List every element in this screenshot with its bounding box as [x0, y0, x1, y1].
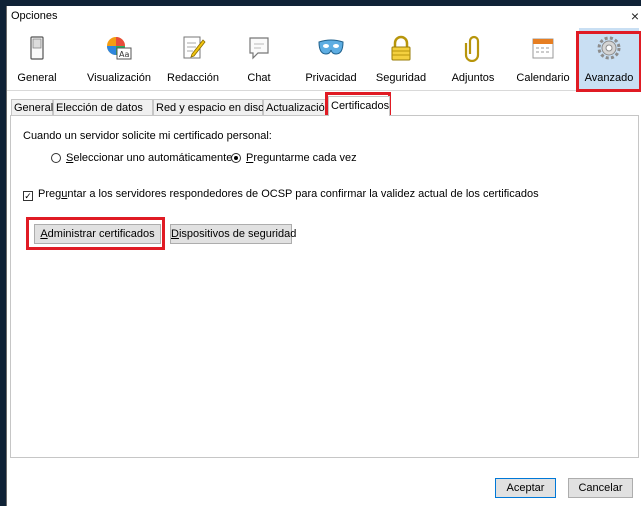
radio-select-automatically[interactable]: Seleccionar uno automáticamente — [51, 152, 232, 164]
window-title: Opciones — [11, 10, 58, 22]
certificates-panel: Cuando un servidor solicite mi certifica… — [10, 115, 639, 458]
options-window: Opciones × General Aa Visualización Reda… — [6, 6, 641, 506]
toolbar-label: Privacidad — [305, 72, 357, 84]
checkbox-label: Preg — [38, 188, 62, 200]
security-devices-button[interactable]: Dispositivos de seguridad — [170, 224, 296, 244]
toolbar-item-display[interactable]: Aa Visualización — [83, 28, 155, 90]
accesskey-letter: A — [40, 228, 48, 240]
toolbar-label: Redacción — [167, 72, 219, 84]
lock-icon — [391, 35, 411, 61]
toolbar-label: Chat — [247, 72, 271, 84]
radio-label: eleccionar uno automáticamente — [73, 152, 233, 164]
tab-network[interactable]: Red y espacio en disco — [153, 99, 270, 115]
toolbar-label: Seguridad — [375, 72, 427, 84]
chat-icon — [249, 37, 269, 60]
accept-button[interactable]: Aceptar — [495, 478, 556, 498]
toolbar-item-privacy[interactable]: Privacidad — [301, 28, 361, 90]
toolbar-label: Avanzado — [584, 72, 634, 84]
compose-icon — [183, 36, 206, 59]
display-icon: Aa — [107, 37, 132, 60]
cancel-button[interactable]: Cancelar — [568, 478, 633, 498]
radio-ask-every-time[interactable]: Preguntarme cada vez — [231, 152, 357, 164]
radio-label: reguntarme cada vez — [253, 152, 357, 164]
button-label: ispositivos de seguridad — [178, 228, 297, 240]
tab-general[interactable]: General — [11, 99, 53, 115]
ocsp-checkbox-row[interactable]: ✓ Preguntar a los servidores respondedore… — [23, 188, 539, 201]
mask-icon — [318, 39, 344, 55]
preferences-toolbar: General Aa Visualización Redacción Chat … — [7, 28, 641, 92]
checkbox-label: ntar a los servidores respondedores de O… — [67, 188, 539, 200]
toolbar-item-compose[interactable]: Redacción — [163, 28, 223, 90]
manage-certificates-button[interactable]: Administrar certificados — [34, 224, 161, 244]
toolbar-item-security[interactable]: Seguridad — [371, 28, 431, 90]
tab-data-choices[interactable]: Elección de datos — [53, 99, 153, 115]
accesskey-letter: D — [171, 228, 179, 240]
toolbar-label: General — [17, 72, 57, 84]
toolbar-label: Adjuntos — [451, 72, 495, 84]
checkbox-checked[interactable]: ✓ — [23, 191, 33, 201]
toolbar-item-calendar[interactable]: Calendario — [511, 28, 575, 90]
toolbar-label: Visualización — [86, 72, 151, 84]
paperclip-icon — [464, 35, 480, 62]
close-icon[interactable]: × — [631, 9, 639, 23]
certificate-request-prompt: Cuando un servidor solicite mi certifica… — [23, 130, 272, 142]
toolbar-label: Calendario — [516, 72, 570, 84]
toolbar-item-advanced[interactable]: Avanzado — [579, 28, 639, 90]
radio-button[interactable] — [51, 153, 61, 163]
toolbar-item-attachments[interactable]: Adjuntos — [445, 28, 501, 90]
gear-icon — [597, 36, 621, 60]
button-label: dministrar certificados — [47, 228, 155, 240]
tab-update[interactable]: Actualización — [263, 99, 331, 115]
toolbar-item-chat[interactable]: Chat — [241, 28, 277, 90]
switch-icon — [30, 36, 44, 60]
calendar-icon — [532, 38, 554, 59]
toolbar-item-general[interactable]: General — [15, 28, 59, 90]
title-bar: Opciones × — [7, 6, 641, 28]
radio-button[interactable] — [231, 153, 241, 163]
tab-certificates[interactable]: Certificados — [328, 96, 390, 116]
svg-text:Aa: Aa — [119, 50, 129, 59]
